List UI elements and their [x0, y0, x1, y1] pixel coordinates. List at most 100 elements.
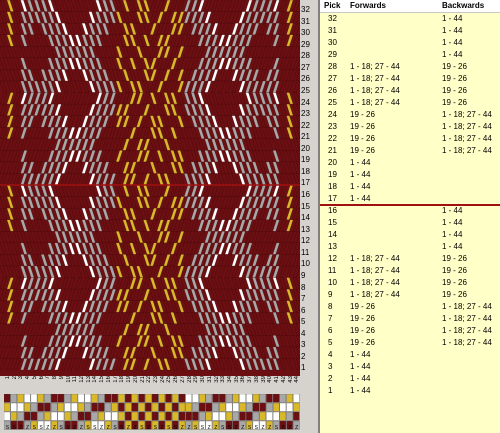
- table-row[interactable]: 27 1 - 18; 27 - 44 19 - 26: [320, 73, 500, 85]
- table-row[interactable]: 15 1 - 44: [320, 217, 500, 229]
- threading-cell: [145, 402, 152, 412]
- column-header-backwards[interactable]: Backwards: [442, 1, 484, 11]
- cell-pick: 13: [328, 242, 337, 251]
- card-number: 9: [58, 376, 65, 380]
- card-number: 17: [112, 376, 119, 383]
- cell-forwards: 1 - 18; 27 - 44: [350, 278, 400, 287]
- threading-cell: [71, 402, 78, 412]
- threading-cell: [57, 402, 65, 412]
- threading-direction: Z: [187, 425, 190, 430]
- threading-direction: Z: [235, 425, 238, 430]
- cell-pick: 31: [328, 26, 337, 35]
- threading-direction: Z: [288, 425, 291, 430]
- threading-cell: [71, 394, 78, 403]
- pick-number: 4: [301, 328, 306, 338]
- threading-cell: [111, 394, 118, 403]
- table-row[interactable]: 8 19 - 26 1 - 18; 27 - 44: [320, 301, 500, 313]
- table-row[interactable]: 20 1 - 44: [320, 157, 500, 169]
- pick-number: 13: [301, 224, 310, 234]
- card-number: 3: [18, 376, 25, 380]
- cell-backwards: 1 - 18; 27 - 44: [442, 110, 492, 119]
- threading-cell: [50, 411, 58, 421]
- cell-pick: 5: [328, 338, 333, 347]
- cell-backwards: 1 - 44: [442, 14, 463, 23]
- cell-pick: 24: [328, 110, 337, 119]
- cell-pick: 7: [328, 314, 333, 323]
- threading-cell: [131, 411, 139, 421]
- threading-cell: [232, 394, 240, 403]
- table-row[interactable]: 14 1 - 44: [320, 229, 500, 241]
- table-row[interactable]: 6 19 - 26 1 - 18; 27 - 44: [320, 325, 500, 337]
- table-row[interactable]: 18 1 - 44: [320, 181, 500, 193]
- threading-cell: [172, 402, 179, 412]
- threading-cell: [91, 402, 98, 412]
- card-number: 30: [200, 376, 207, 383]
- threading-cell: [30, 394, 38, 403]
- column-header-forwards[interactable]: Forwards: [350, 1, 386, 11]
- card-number: 29: [193, 376, 200, 383]
- table-row[interactable]: 30 1 - 44: [320, 37, 500, 49]
- table-row[interactable]: 13 1 - 44: [320, 241, 500, 253]
- card-number: 7: [45, 376, 52, 380]
- table-row[interactable]: 3 1 - 44: [320, 361, 500, 373]
- table-row[interactable]: 28 1 - 18; 27 - 44 19 - 26: [320, 61, 500, 73]
- card-number: 8: [52, 376, 59, 380]
- cell-backwards: 1 - 18; 27 - 44: [442, 134, 492, 143]
- table-row[interactable]: 22 19 - 26 1 - 18; 27 - 44: [320, 133, 500, 145]
- table-row[interactable]: 10 1 - 18; 27 - 44 19 - 26: [320, 277, 500, 289]
- threading-cell: [272, 402, 280, 412]
- threading-cell: [145, 411, 152, 421]
- card-number: 38: [253, 376, 260, 383]
- cell-forwards: 19 - 26: [350, 134, 375, 143]
- card-number: 42: [280, 376, 287, 383]
- threading-chart: SSZZSSZZSSZZSSZZSSZZSZSZSSZZSSZZSSZZSSZZ…: [4, 394, 300, 430]
- threading-cell: [252, 411, 260, 421]
- threading-cell: [219, 411, 226, 421]
- table-row[interactable]: 9 1 - 18; 27 - 44 19 - 26: [320, 289, 500, 301]
- threading-cell: [77, 402, 85, 412]
- table-row[interactable]: 29 1 - 44: [320, 49, 500, 61]
- table-row[interactable]: 16 1 - 44: [320, 205, 500, 217]
- cell-backwards: 1 - 44: [442, 230, 463, 239]
- table-row[interactable]: 24 19 - 26 1 - 18; 27 - 44: [320, 109, 500, 121]
- table-row[interactable]: 5 19 - 26 1 - 18; 27 - 44: [320, 337, 500, 349]
- threading-cell: [151, 411, 159, 421]
- threading-cell: [225, 394, 233, 403]
- card-number: 34: [227, 376, 233, 383]
- table-row[interactable]: 7 19 - 26 1 - 18; 27 - 44: [320, 313, 500, 325]
- threading-direction: Z: [134, 425, 137, 430]
- threading-cell: [246, 402, 253, 412]
- table-row[interactable]: 21 19 - 26 1 - 18; 27 - 44: [320, 145, 500, 157]
- table-row[interactable]: 23 19 - 26 1 - 18; 27 - 44: [320, 121, 500, 133]
- table-row[interactable]: 11 1 - 18; 27 - 44 19 - 26: [320, 265, 500, 277]
- threading-cell: [212, 411, 219, 421]
- table-row[interactable]: 26 1 - 18; 27 - 44 19 - 26: [320, 85, 500, 97]
- threading-cell: [118, 402, 125, 412]
- table-row[interactable]: 19 1 - 44: [320, 169, 500, 181]
- table-row[interactable]: 31 1 - 44: [320, 25, 500, 37]
- threading-cell: [151, 402, 159, 412]
- column-header-pick[interactable]: Pick: [324, 1, 340, 11]
- table-row[interactable]: 1 1 - 44: [320, 385, 500, 397]
- cell-backwards: 1 - 44: [442, 206, 463, 215]
- table-row[interactable]: 25 1 - 18; 27 - 44 19 - 26: [320, 97, 500, 109]
- cell-backwards: 19 - 26: [442, 86, 467, 95]
- threading-cell: [272, 411, 280, 421]
- cell-backwards: 1 - 18; 27 - 44: [442, 326, 492, 335]
- threading-cell: [44, 411, 51, 421]
- cell-pick: 15: [328, 218, 337, 227]
- card-number: 13: [85, 376, 92, 383]
- cell-forwards: 1 - 44: [350, 362, 371, 371]
- cell-backwards: 19 - 26: [442, 62, 467, 71]
- threading-cell: [30, 411, 38, 421]
- table-row[interactable]: 2 1 - 44: [320, 373, 500, 385]
- table-row[interactable]: 32 1 - 44: [320, 13, 500, 25]
- table-row[interactable]: 4 1 - 44: [320, 349, 500, 361]
- pick-number: 20: [301, 143, 310, 153]
- threading-cell: [286, 402, 293, 412]
- threading-cell: [57, 394, 65, 403]
- pick-number: 3: [301, 340, 306, 350]
- threading-cell: [118, 394, 125, 403]
- table-row[interactable]: 12 1 - 18; 27 - 44 19 - 26: [320, 253, 500, 265]
- pick-number: 15: [301, 201, 310, 211]
